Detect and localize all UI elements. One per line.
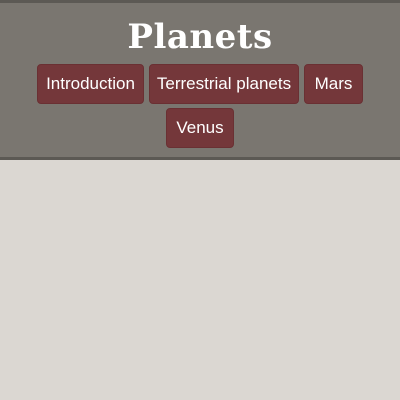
nav-button-venus[interactable]: Venus [166, 108, 234, 148]
nav-button-introduction[interactable]: Introduction [37, 64, 144, 104]
page-title: Planets [127, 17, 273, 57]
content-area [0, 160, 400, 400]
site-header: Planets Introduction Terrestrial planets… [0, 0, 400, 160]
nav-button-mars[interactable]: Mars [304, 64, 363, 104]
nav-button-terrestrial-planets[interactable]: Terrestrial planets [149, 64, 299, 104]
